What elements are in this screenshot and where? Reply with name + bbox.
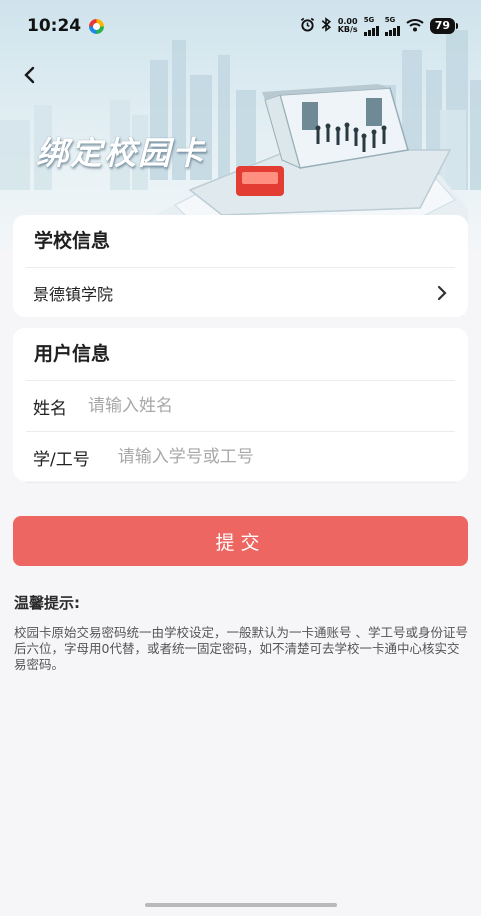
- name-input[interactable]: [88, 396, 448, 416]
- user-info-title: 用户信息: [34, 343, 111, 365]
- school-info-title: 学校信息: [34, 230, 111, 252]
- chevron-left-icon: [24, 66, 35, 84]
- id-row: 学/工号: [13, 432, 468, 482]
- chevron-right-icon: [437, 285, 447, 301]
- alarm-icon: [300, 17, 315, 35]
- home-indicator[interactable]: [145, 903, 337, 907]
- status-time: 10:24: [27, 16, 82, 36]
- school-info-card: 学校信息 景德镇学院: [13, 215, 468, 317]
- signal-sim2-icon: 5G: [384, 16, 400, 36]
- network-speed: 0.00 KB/s: [337, 17, 358, 34]
- tips-text: 校园卡原始交易密码统一由学校设定，一般默认为一卡通账号 、学工号或身份证号后六位…: [14, 625, 468, 672]
- signal-sim1-icon: 5G: [363, 16, 379, 36]
- school-name: 景德镇学院: [33, 285, 114, 304]
- name-row: 姓名: [13, 381, 468, 431]
- bluetooth-icon: [321, 17, 332, 35]
- app-notification-icon: [89, 18, 105, 34]
- status-bar: 10:24 0.00 KB/s 5G 5G 79: [0, 0, 481, 52]
- page-title: 绑定校园卡: [36, 134, 207, 172]
- divider: [26, 482, 455, 483]
- submit-button[interactable]: 提交: [13, 516, 468, 566]
- wifi-icon: [406, 18, 424, 35]
- school-selector[interactable]: 景德镇学院: [13, 268, 468, 318]
- battery-icon: 79: [429, 18, 459, 34]
- tips-title: 温馨提示:: [14, 594, 80, 612]
- user-info-card: 用户信息 姓名 学/工号: [13, 328, 468, 483]
- id-label: 学/工号: [33, 449, 90, 470]
- hero-banner: 10:24 0.00 KB/s 5G 5G 79 绑定校园卡: [0, 0, 481, 250]
- name-label: 姓名: [33, 398, 67, 419]
- back-button[interactable]: [14, 60, 44, 90]
- id-input[interactable]: [117, 447, 448, 467]
